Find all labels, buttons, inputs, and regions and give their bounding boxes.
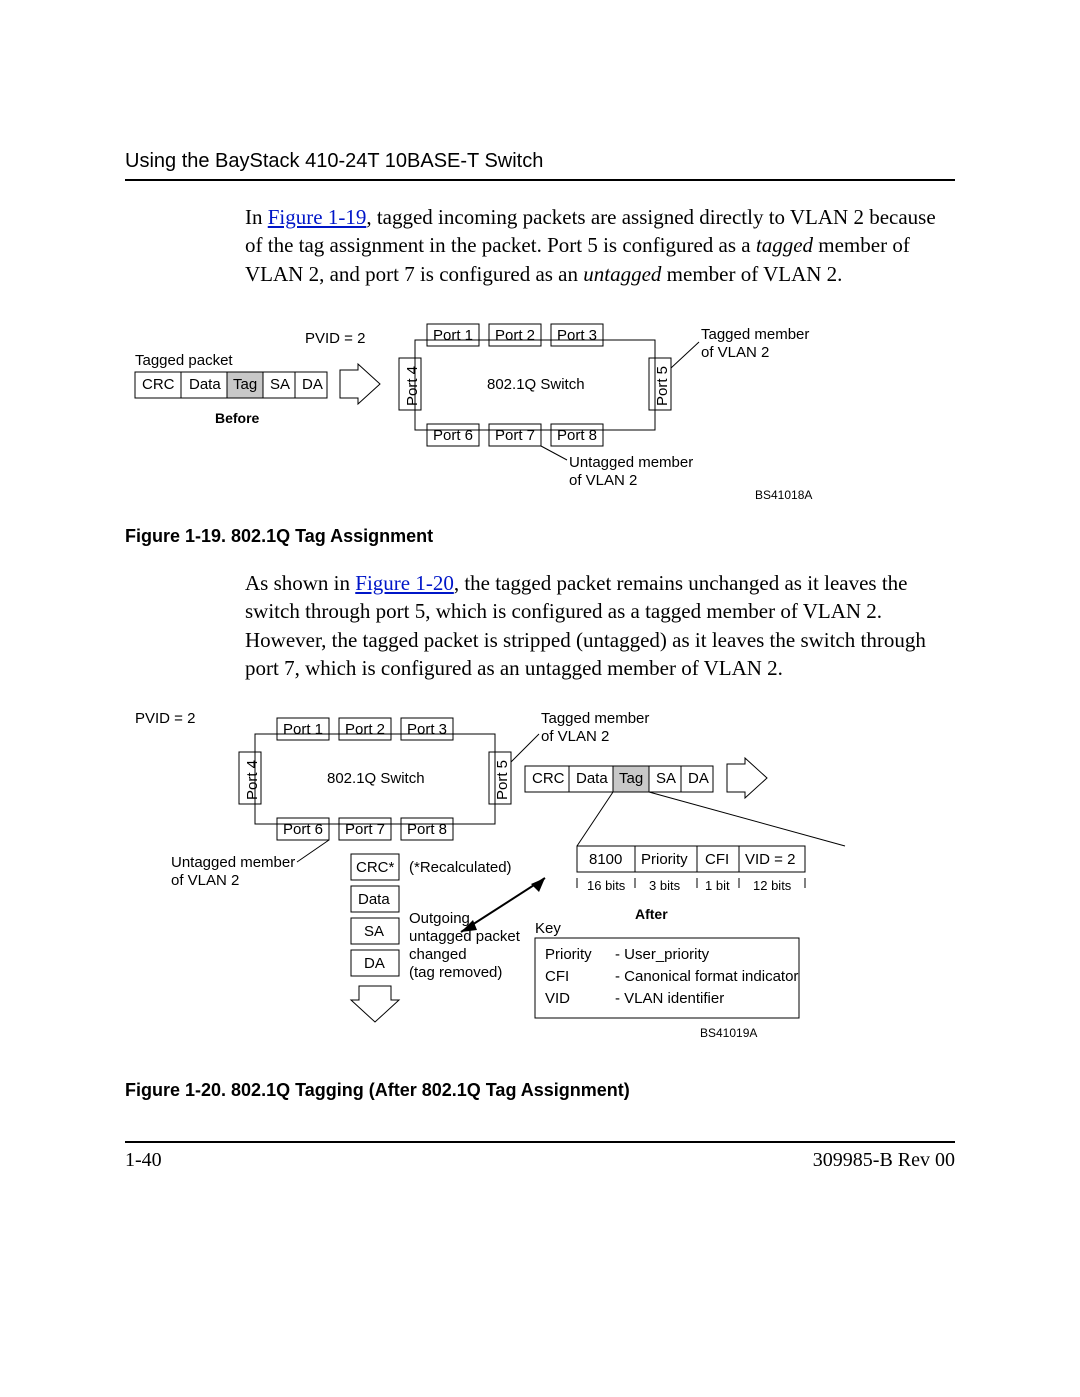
label2-port5: Port 5 bbox=[494, 760, 512, 800]
label2-pvid: PVID = 2 bbox=[135, 710, 195, 728]
col-data: Data bbox=[358, 891, 390, 909]
label2-switch: 802.1Q Switch bbox=[327, 770, 425, 788]
para1-tail: member of VLAN 2. bbox=[661, 262, 842, 286]
para2-prefix: As shown in bbox=[245, 571, 355, 595]
figure-link-1-19[interactable]: Figure 1-19 bbox=[268, 205, 367, 229]
label-port1: Port 1 bbox=[433, 327, 473, 345]
label2-tagged-member: Tagged member of VLAN 2 bbox=[541, 710, 649, 746]
td-vid: VID = 2 bbox=[745, 851, 795, 869]
page-footer: 1-40 309985-B Rev 00 bbox=[125, 1141, 955, 1172]
cell-tag: Tag bbox=[233, 376, 257, 394]
col-crcstar: CRC* bbox=[356, 859, 394, 877]
cell2-crc: CRC bbox=[532, 770, 565, 788]
page-number: 1-40 bbox=[125, 1149, 162, 1172]
running-head: Using the BayStack 410-24T 10BASE-T Swit… bbox=[125, 150, 955, 173]
bits-16: 16 bits bbox=[587, 878, 625, 894]
cell2-data: Data bbox=[576, 770, 608, 788]
para1-prefix: In bbox=[245, 205, 268, 229]
label-untagged-member: Untagged member of VLAN 2 bbox=[569, 454, 693, 490]
label2-port1: Port 1 bbox=[283, 721, 323, 739]
key-vid: VID bbox=[545, 990, 570, 1008]
figure-link-1-20[interactable]: Figure 1-20 bbox=[355, 571, 454, 595]
td-priority: Priority bbox=[641, 851, 688, 869]
label-port6: Port 6 bbox=[433, 427, 473, 445]
bits-1: 1 bit bbox=[705, 878, 730, 894]
para1-italic2: untagged bbox=[583, 262, 661, 286]
td-8100: 8100 bbox=[589, 851, 622, 869]
label-after: After bbox=[635, 906, 668, 923]
label-tagged-member: Tagged member of VLAN 2 bbox=[701, 326, 809, 362]
cell-crc: CRC bbox=[142, 376, 175, 394]
key-vid-v: - VLAN identifier bbox=[615, 990, 724, 1008]
label-port8: Port 8 bbox=[557, 427, 597, 445]
label-figcode-1: BS41018A bbox=[755, 488, 812, 502]
key-pri-v: - User_priority bbox=[615, 946, 709, 964]
doc-revision: 309985-B Rev 00 bbox=[813, 1149, 955, 1172]
header-rule bbox=[125, 179, 955, 181]
bits-3: 3 bits bbox=[649, 878, 680, 894]
label2-port8: Port 8 bbox=[407, 821, 447, 839]
footer-rule bbox=[125, 1141, 955, 1143]
cell-data: Data bbox=[189, 376, 221, 394]
cell2-sa: SA bbox=[656, 770, 676, 788]
col-sa: SA bbox=[364, 923, 384, 941]
label-figcode-2: BS41019A bbox=[700, 1026, 757, 1040]
key-pri: Priority bbox=[545, 946, 592, 964]
label-port2: Port 2 bbox=[495, 327, 535, 345]
label2-port2: Port 2 bbox=[345, 721, 385, 739]
td-cfi: CFI bbox=[705, 851, 729, 869]
label-tagged-packet: Tagged packet bbox=[135, 352, 233, 370]
label2-port7: Port 7 bbox=[345, 821, 385, 839]
label-before: Before bbox=[215, 410, 259, 427]
label-port7: Port 7 bbox=[495, 427, 535, 445]
figure-1-20: PVID = 2 Port 1 Port 2 Port 3 Port 6 Por… bbox=[125, 706, 955, 1066]
figure-1-20-caption: Figure 1-20. 802.1Q Tagging (After 802.1… bbox=[125, 1080, 955, 1101]
key-cfi: CFI bbox=[545, 968, 569, 986]
label-recalc: (*Recalculated) bbox=[409, 859, 512, 877]
key-cfi-v: - Canonical format indicator bbox=[615, 968, 798, 986]
para1-italic1: tagged bbox=[756, 233, 813, 257]
bits-12: 12 bits bbox=[753, 878, 791, 894]
cell2-tag: Tag bbox=[619, 770, 643, 788]
cell-da: DA bbox=[302, 376, 323, 394]
cell2-da: DA bbox=[688, 770, 709, 788]
label-port5: Port 5 bbox=[654, 366, 672, 406]
paragraph-2: As shown in Figure 1-20, the tagged pack… bbox=[245, 569, 945, 682]
label2-port6: Port 6 bbox=[283, 821, 323, 839]
col-da: DA bbox=[364, 955, 385, 973]
label-port3: Port 3 bbox=[557, 327, 597, 345]
label2-port4: Port 4 bbox=[244, 760, 262, 800]
label2-untagged-member: Untagged member of VLAN 2 bbox=[171, 854, 295, 890]
label-switch: 802.1Q Switch bbox=[487, 376, 585, 394]
key-title: Key bbox=[535, 920, 561, 938]
figure-1-19: PVID = 2 Tagged packet CRC Data Tag SA D… bbox=[125, 312, 955, 512]
label-pvid: PVID = 2 bbox=[305, 330, 365, 348]
figure-1-19-caption: Figure 1-19. 802.1Q Tag Assignment bbox=[125, 526, 955, 547]
cell-sa: SA bbox=[270, 376, 290, 394]
label-outgoing: Outgoing untagged packet changed (tag re… bbox=[409, 910, 520, 982]
label-port4: Port 4 bbox=[404, 366, 422, 406]
label2-port3: Port 3 bbox=[407, 721, 447, 739]
paragraph-1: In Figure 1-19, tagged incoming packets … bbox=[245, 203, 945, 288]
